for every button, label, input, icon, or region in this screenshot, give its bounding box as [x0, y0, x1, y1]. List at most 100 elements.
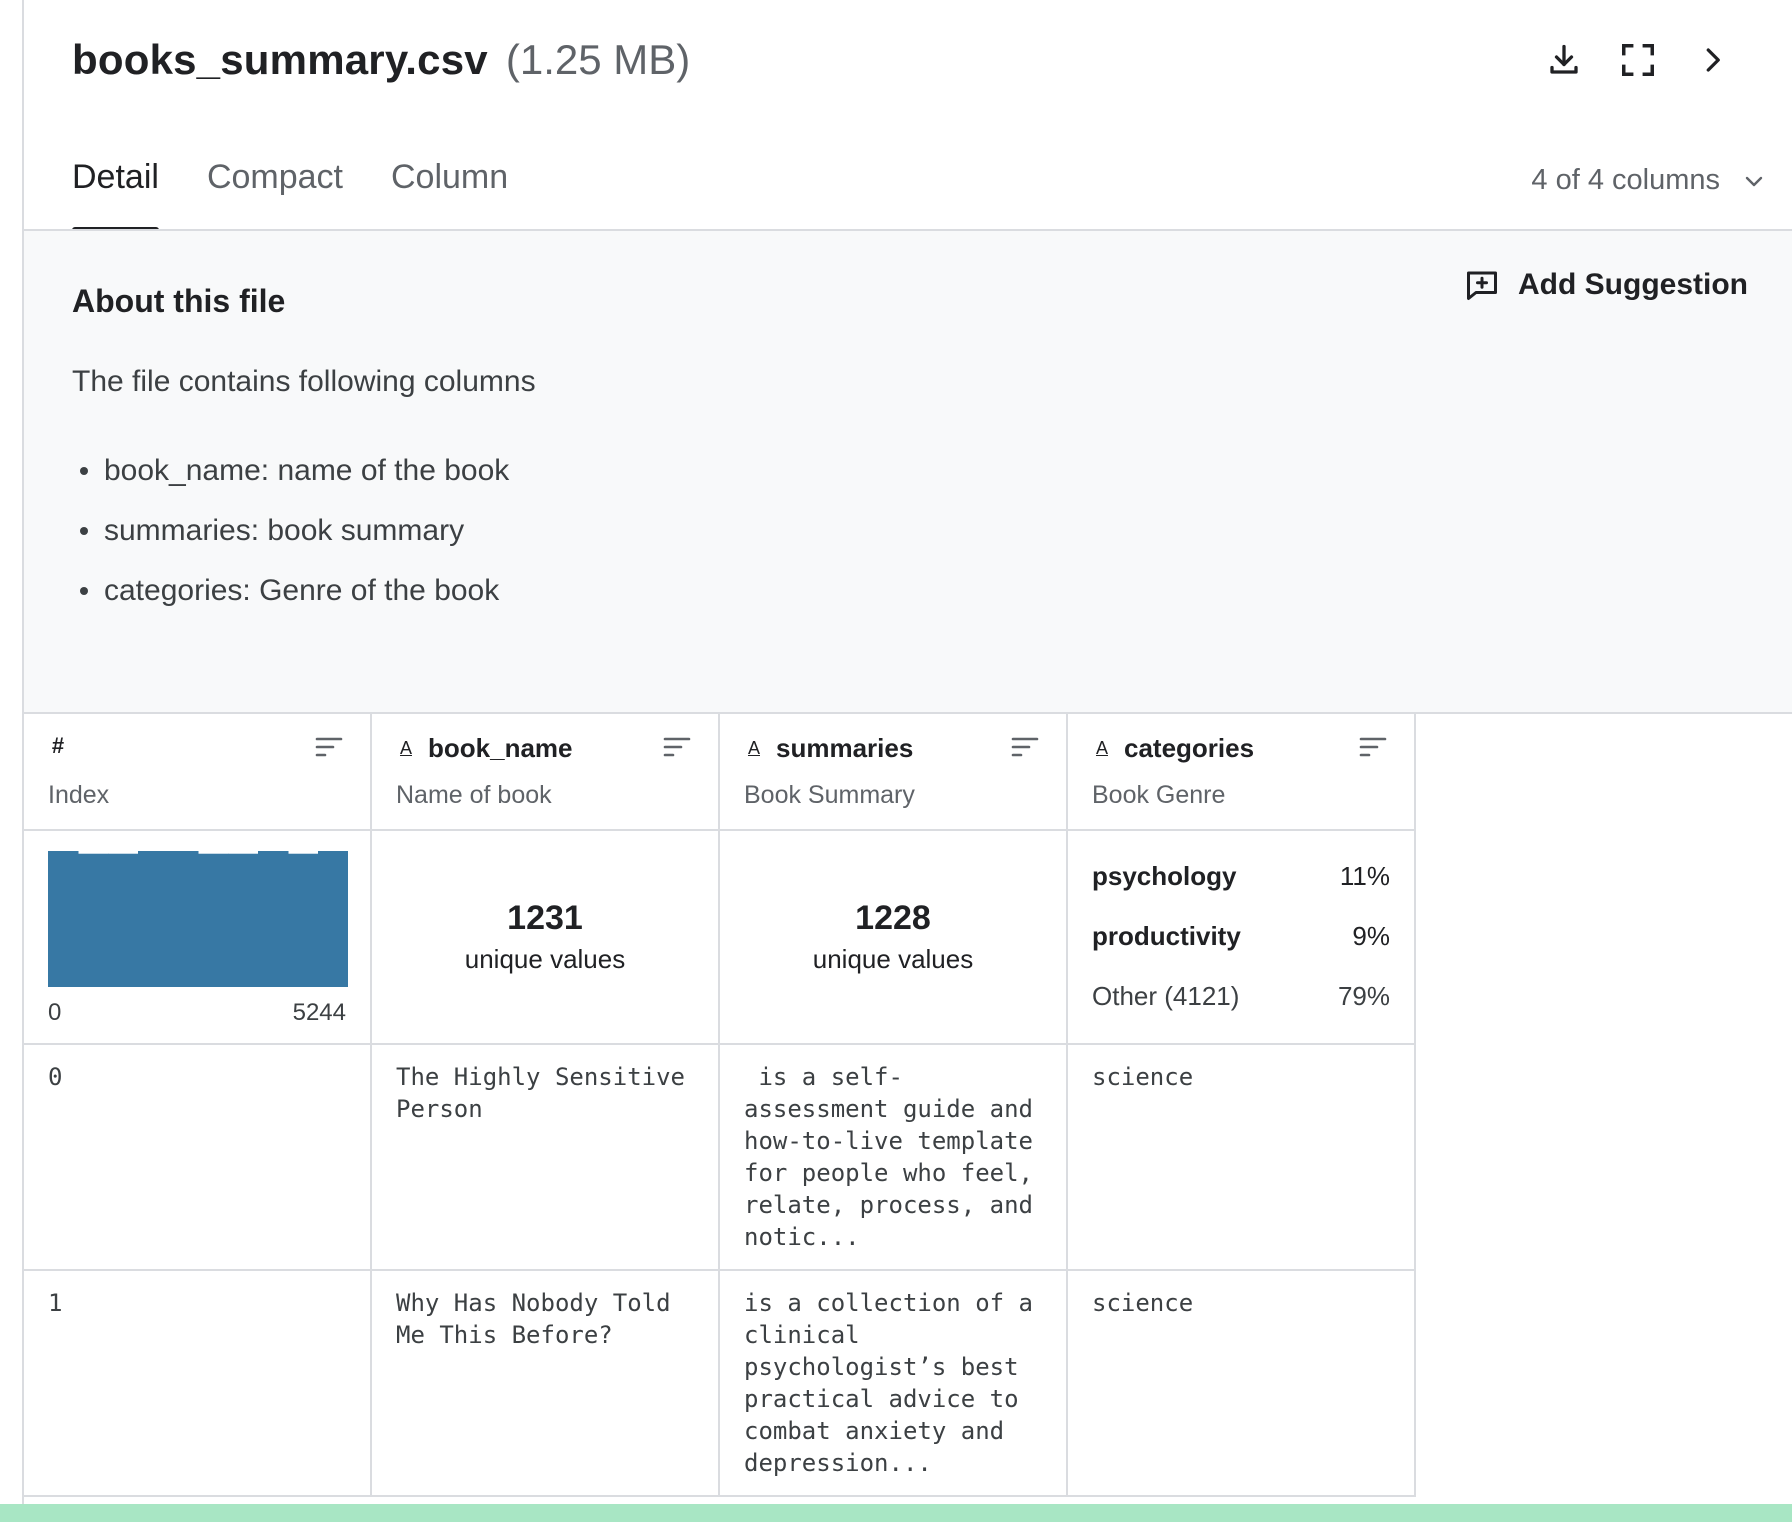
table-cell-categories[interactable]: science — [1068, 1271, 1416, 1495]
histogram-bar[interactable] — [168, 851, 199, 987]
chevron-down-icon — [1745, 176, 1763, 186]
column-title: A categories — [1092, 733, 1254, 764]
unique-count: 1231 — [507, 899, 583, 937]
category-row: productivity 9% — [1092, 921, 1390, 981]
category-row: psychology 11% — [1092, 861, 1390, 921]
histogram-bar[interactable] — [258, 851, 289, 987]
histogram-bar[interactable] — [288, 853, 319, 987]
table-cell-book-name[interactable]: Why Has Nobody Told Me This Before? — [372, 1271, 720, 1495]
histogram-min-label: 0 — [48, 999, 62, 1026]
column-name: categories — [1124, 733, 1255, 763]
download-icon[interactable] — [1544, 40, 1584, 80]
data-table: # Index A book_name Name of book A summa… — [24, 713, 1416, 1497]
bullet-icon — [80, 467, 88, 475]
column-name: summaries — [776, 733, 914, 763]
cell-text: is a collection of a clinical psychologi… — [744, 1289, 1048, 1477]
header-actions — [1544, 40, 1732, 80]
list-item: categories: Genre of the book — [72, 561, 509, 621]
category-percent: 79% — [1337, 981, 1390, 1011]
book-name-stats-cell: 1231 unique values — [372, 831, 720, 1043]
string-type-icon: A — [747, 738, 760, 758]
list-item-text: book_name: name of the book — [104, 454, 510, 487]
cell-text: Why Has Nobody Told Me This Before? — [396, 1289, 685, 1349]
index-histogram-cell: 0 5244 — [24, 831, 372, 1043]
numeric-type-icon: # — [51, 733, 65, 758]
about-description: The file contains following columns — [72, 365, 536, 398]
histogram-bar[interactable] — [228, 853, 259, 987]
table-cell-index[interactable]: 1 — [24, 1271, 372, 1495]
category-name: productivity — [1092, 921, 1241, 951]
bullet-icon — [80, 587, 88, 595]
unique-label: unique values — [812, 944, 974, 974]
dataset-preview-panel: books_summary.csv (1.25 MB) Detail Compa… — [0, 0, 1792, 1522]
about-list: book_name: name of the book summaries: b… — [72, 441, 509, 621]
unique-values: 1228 unique values — [720, 899, 1066, 975]
cell-text: science — [1092, 1289, 1194, 1317]
column-title: A summaries — [744, 733, 913, 764]
unique-label: unique values — [464, 944, 626, 974]
cell-text: 0 — [48, 1063, 63, 1091]
fullscreen-icon[interactable] — [1618, 40, 1658, 80]
histogram-bar[interactable] — [48, 851, 79, 987]
column-header-book-name[interactable]: A book_name Name of book — [372, 713, 720, 829]
sort-icon[interactable] — [662, 735, 692, 759]
category-row-other: Other (4121) 79% — [1092, 981, 1390, 1041]
table-cell-summaries[interactable]: is a collection of a clinical psychologi… — [720, 1271, 1068, 1495]
about-section: About this file Add Suggestion The file … — [24, 231, 1792, 714]
sort-icon[interactable] — [1358, 735, 1388, 759]
table-cell-index[interactable]: 0 — [24, 1045, 372, 1269]
category-percent: 11% — [1339, 861, 1390, 891]
string-type-icon: A — [1095, 738, 1108, 758]
column-header-index[interactable]: # Index — [24, 713, 372, 829]
histogram-bar[interactable] — [138, 851, 169, 987]
comment-plus-icon — [1467, 271, 1498, 300]
summaries-stats-cell: 1228 unique values — [720, 831, 1068, 1043]
column-subtitle: Book Summary — [744, 781, 915, 809]
column-name: book_name — [428, 733, 573, 763]
unique-values: 1231 unique values — [372, 899, 718, 975]
column-header-summaries[interactable]: A summaries Book Summary — [720, 713, 1068, 829]
columns-selector[interactable]: 4 of 4 columns — [1531, 164, 1766, 197]
histogram-bar[interactable] — [78, 853, 109, 987]
list-item-text: summaries: book summary — [104, 514, 465, 547]
file-title-row: books_summary.csv (1.25 MB) — [72, 36, 690, 84]
category-name: Other (4121) — [1092, 981, 1240, 1011]
list-item: book_name: name of the book — [72, 441, 509, 501]
chevron-right-icon[interactable] — [1692, 40, 1732, 80]
table-cell-book-name[interactable]: The Highly Sensitive Person — [372, 1045, 720, 1269]
category-name: psychology — [1092, 861, 1237, 891]
cell-text: 1 — [48, 1289, 63, 1317]
column-title: # — [48, 733, 68, 759]
sort-icon[interactable] — [1010, 735, 1040, 759]
histogram-bar[interactable] — [108, 853, 139, 987]
categories-stats-cell: psychology 11% productivity 9% Other (41… — [1068, 831, 1416, 1043]
table-stats-row: 0 5244 1231 unique values 1228 unique va… — [24, 831, 1416, 1045]
tab-detail[interactable]: Detail — [72, 158, 159, 233]
column-header-categories[interactable]: A categories Book Genre — [1068, 713, 1416, 829]
sort-icon[interactable] — [314, 735, 344, 759]
histogram-bar[interactable] — [318, 851, 348, 987]
columns-selector-label: 4 of 4 columns — [1531, 164, 1720, 196]
string-type-icon: A — [399, 738, 412, 758]
file-size: (1.25 MB) — [505, 36, 691, 83]
histogram-max-label: 5244 — [292, 999, 346, 1026]
tab-column[interactable]: Column — [391, 158, 508, 231]
cell-text: science — [1092, 1063, 1194, 1091]
bottom-status-strip — [0, 1504, 1792, 1522]
bullet-icon — [80, 527, 88, 535]
table-cell-summaries[interactable]: is a self-assessment guide and how-to-li… — [720, 1045, 1068, 1269]
add-suggestion-label: Add Suggestion — [1518, 268, 1748, 301]
add-suggestion-button[interactable]: Add Suggestion — [1464, 267, 1748, 303]
list-item-text: categories: Genre of the book — [104, 574, 500, 607]
category-percent: 9% — [1352, 921, 1390, 951]
table-row: 1 Why Has Nobody Told Me This Before? is… — [24, 1271, 1416, 1497]
tab-compact[interactable]: Compact — [207, 158, 343, 231]
table-cell-categories[interactable]: science — [1068, 1045, 1416, 1269]
column-subtitle: Book Genre — [1092, 781, 1226, 809]
column-subtitle: Index — [48, 781, 110, 809]
file-header: books_summary.csv (1.25 MB) Detail Compa… — [24, 0, 1792, 233]
cell-text: is a self-assessment guide and how-to-li… — [744, 1063, 1048, 1251]
histogram-bar[interactable] — [198, 853, 229, 987]
index-histogram[interactable] — [48, 849, 348, 987]
unique-count: 1228 — [855, 899, 931, 937]
